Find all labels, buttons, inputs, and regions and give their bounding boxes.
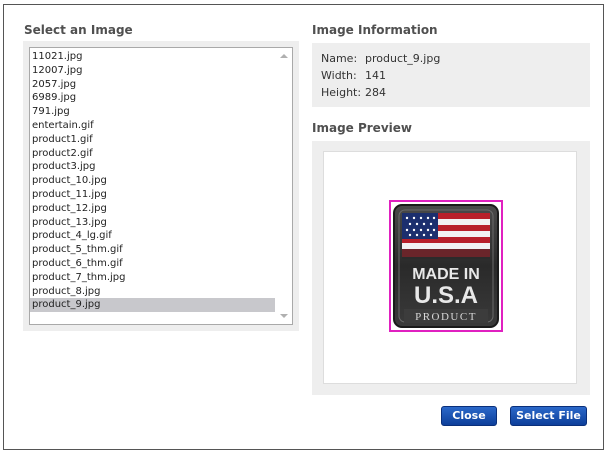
us-flag-icon — [402, 213, 490, 259]
file-list-panel: 11021.jpg 12007.jpg 2057.jpg 6989.jpg 791.jp… — [23, 41, 299, 331]
file-list-item[interactable]: 6989.jpg — [30, 91, 276, 105]
file-list-items: 11021.jpg 12007.jpg 2057.jpg 6989.jpg 791.jp… — [30, 50, 276, 313]
info-name-row: Name: product_9.jpg — [321, 52, 440, 65]
file-list-item[interactable]: product_13.jpg — [30, 216, 276, 230]
listbox-scrollbar[interactable] — [275, 48, 292, 324]
info-width-value: 141 — [365, 69, 386, 82]
info-width-label: Width: — [321, 69, 357, 82]
image-preview-frame: MADE IN U.S.A PRODUCT — [323, 151, 577, 384]
info-name-label: Name: — [321, 52, 358, 65]
file-list-item[interactable]: product3.jpg — [30, 160, 276, 174]
file-list-item[interactable]: product_7_thm.jpg — [30, 271, 276, 285]
made-in-usa-badge-image: MADE IN U.S.A PRODUCT — [393, 204, 499, 328]
image-information-heading: Image Information — [312, 23, 438, 37]
file-list-item[interactable]: product_6_thm.gif — [30, 257, 276, 271]
file-list-item[interactable]: 12007.jpg — [30, 64, 276, 78]
file-list-item[interactable]: product_10.jpg — [30, 174, 276, 188]
preview-image-selected: MADE IN U.S.A PRODUCT — [389, 200, 503, 332]
badge-line1-text: MADE IN — [412, 266, 480, 283]
file-list-item[interactable]: product_8.jpg — [30, 285, 276, 299]
file-list-item[interactable]: entertain.gif — [30, 119, 276, 133]
close-button[interactable]: Close — [441, 406, 497, 426]
file-list-item[interactable]: product_11.jpg — [30, 188, 276, 202]
file-list-item[interactable]: product_9.jpg — [30, 298, 276, 313]
file-listbox[interactable]: 11021.jpg 12007.jpg 2057.jpg 6989.jpg 791.jp… — [29, 47, 293, 325]
scroll-up-arrow-icon[interactable] — [280, 54, 288, 58]
info-height-value: 284 — [365, 86, 386, 99]
info-name-value: product_9.jpg — [365, 52, 441, 65]
select-image-heading: Select an Image — [24, 23, 133, 37]
image-preview-panel: MADE IN U.S.A PRODUCT — [312, 141, 590, 395]
file-list-item[interactable]: product_5_thm.gif — [30, 243, 276, 257]
info-width-row: Width: 141 — [321, 69, 386, 82]
file-list-item[interactable]: product1.gif — [30, 133, 276, 147]
file-list-item[interactable]: product_12.jpg — [30, 202, 276, 216]
file-list-item[interactable]: product2.gif — [30, 147, 276, 161]
badge-line3-text: PRODUCT — [415, 311, 477, 323]
file-list-item[interactable]: 11021.jpg — [30, 50, 276, 64]
scroll-down-arrow-icon[interactable] — [280, 314, 288, 318]
select-image-dialog: Select an Image Image Information Image … — [3, 4, 604, 450]
info-height-label: Height: — [321, 86, 362, 99]
file-list-item[interactable]: 791.jpg — [30, 105, 276, 119]
select-file-button[interactable]: Select File — [510, 406, 587, 426]
file-list-item[interactable]: product_4_lg.gif — [30, 229, 276, 243]
image-preview-heading: Image Preview — [312, 121, 412, 135]
image-information-panel: Name: product_9.jpg Width: 141 Height: 284 — [312, 43, 590, 107]
badge-line2-text: U.S.A — [414, 282, 478, 309]
file-list-item[interactable]: 2057.jpg — [30, 78, 276, 92]
info-height-row: Height: 284 — [321, 86, 386, 99]
